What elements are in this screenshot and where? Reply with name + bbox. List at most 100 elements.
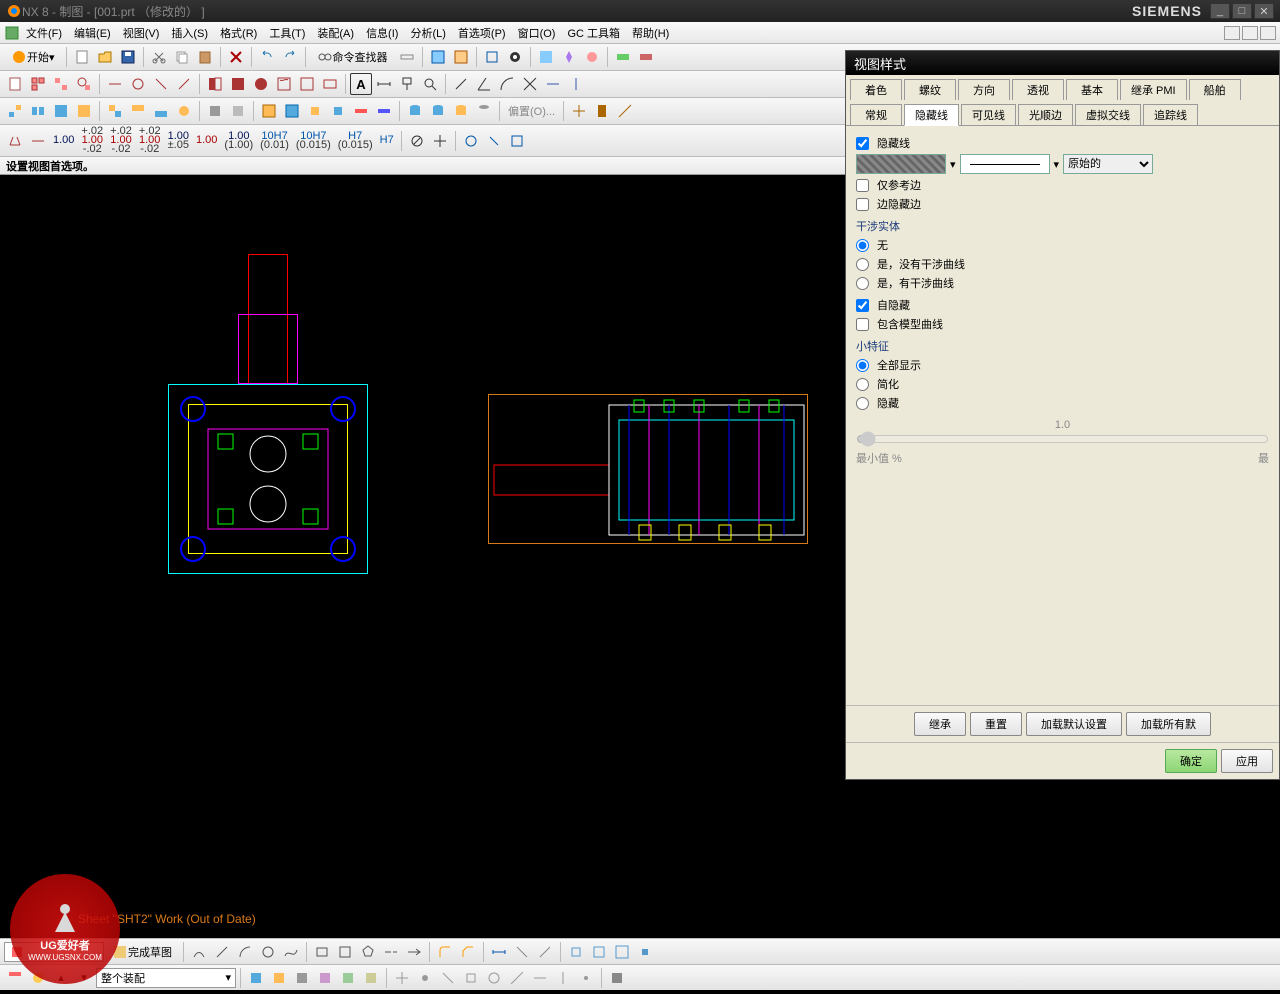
tab-inherit-pmi[interactable]: 继承 PMI xyxy=(1120,79,1187,100)
sel-t4[interactable] xyxy=(314,967,336,989)
sk-con2[interactable] xyxy=(534,941,556,963)
snap-8[interactable] xyxy=(552,967,574,989)
menu-format[interactable]: 格式(R) xyxy=(214,23,263,43)
btn-inherit[interactable]: 继承 xyxy=(914,712,966,736)
tool-g[interactable] xyxy=(581,46,603,68)
asm-t2[interactable] xyxy=(591,100,613,122)
tab-thread[interactable]: 螺纹 xyxy=(904,79,956,100)
snap-4[interactable] xyxy=(460,967,482,989)
dim-b1[interactable] xyxy=(542,73,564,95)
tab-virtual-intersect[interactable]: 虚拟交线 xyxy=(1075,104,1141,126)
cut-button[interactable] xyxy=(148,46,170,68)
copy-button[interactable] xyxy=(171,46,193,68)
chk-include-model[interactable] xyxy=(856,318,869,331)
section-rev[interactable] xyxy=(250,73,272,95)
view-detail[interactable] xyxy=(73,73,95,95)
start-button[interactable]: 开始▾ xyxy=(4,46,62,68)
offset-label[interactable]: 偏置(O)... xyxy=(504,103,559,119)
sk-rect[interactable] xyxy=(311,941,333,963)
radio-simplify[interactable] xyxy=(856,378,869,391)
asm-2[interactable] xyxy=(27,100,49,122)
sk-trim[interactable] xyxy=(380,941,402,963)
tool-a[interactable] xyxy=(427,46,449,68)
sk-circle[interactable] xyxy=(257,941,279,963)
btn-apply[interactable]: 应用 xyxy=(1221,749,1273,773)
menu-assembly[interactable]: 装配(A) xyxy=(311,23,360,43)
radio-yes-curves[interactable] xyxy=(856,277,869,290)
tol-0[interactable]: 1.00 xyxy=(50,136,77,145)
view-t1[interactable] xyxy=(104,73,126,95)
color-select[interactable] xyxy=(856,154,946,174)
section-full[interactable] xyxy=(227,73,249,95)
radio-show-all[interactable] xyxy=(856,359,869,372)
snap-5[interactable] xyxy=(483,967,505,989)
tab-basic[interactable]: 基本 xyxy=(1066,79,1118,100)
snap-1[interactable] xyxy=(391,967,413,989)
assembly-scope-combo[interactable]: 整个装配 ▾ xyxy=(96,968,236,988)
menu-tools[interactable]: 工具(T) xyxy=(263,23,311,43)
menu-info[interactable]: 信息(I) xyxy=(360,23,404,43)
asm-3[interactable] xyxy=(50,100,72,122)
tool-h[interactable] xyxy=(612,46,634,68)
menu-insert[interactable]: 插入(S) xyxy=(165,23,214,43)
tol-4[interactable]: 1.00±.05 xyxy=(165,132,192,150)
sk-c3[interactable] xyxy=(611,941,633,963)
linestyle-select[interactable] xyxy=(960,154,1050,174)
tab-general[interactable]: 常规 xyxy=(850,104,902,126)
view-side-selected[interactable] xyxy=(488,394,808,544)
menu-file[interactable]: 文件(F) xyxy=(20,23,68,43)
section-local[interactable] xyxy=(296,73,318,95)
dropdown-icon[interactable] xyxy=(396,46,418,68)
asm-13[interactable] xyxy=(304,100,326,122)
view-base[interactable] xyxy=(27,73,49,95)
dim-linear[interactable] xyxy=(373,73,395,95)
tab-visible-lines[interactable]: 可见线 xyxy=(961,104,1016,126)
asm-10[interactable] xyxy=(227,100,249,122)
sheet-new[interactable] xyxy=(4,73,26,95)
asm-cyl3[interactable] xyxy=(450,100,472,122)
asm-9[interactable] xyxy=(204,100,226,122)
undo-button[interactable] xyxy=(256,46,278,68)
dialog-title[interactable]: 视图样式 xyxy=(846,51,1279,75)
sel-t5[interactable] xyxy=(337,967,359,989)
btn-load-default[interactable]: 加载默认设置 xyxy=(1026,712,1122,736)
sel-filter[interactable] xyxy=(4,967,26,989)
minimize-button[interactable]: _ xyxy=(1210,3,1230,19)
dim-b2[interactable] xyxy=(565,73,587,95)
sk-dim[interactable] xyxy=(488,941,510,963)
tab-hidden-lines[interactable]: 隐藏线 xyxy=(904,104,959,126)
sk-c4[interactable] xyxy=(634,941,656,963)
text-label[interactable]: A xyxy=(350,73,372,95)
chk-ref-only[interactable] xyxy=(856,179,869,192)
chk-hidden-line[interactable] xyxy=(856,137,869,150)
menu-window[interactable]: 窗口(O) xyxy=(512,23,562,43)
tol-btn1[interactable] xyxy=(4,130,26,152)
dim-arc[interactable] xyxy=(496,73,518,95)
asm-cyl1[interactable] xyxy=(404,100,426,122)
sel-t3[interactable] xyxy=(291,967,313,989)
tab-ship[interactable]: 船舶 xyxy=(1189,79,1241,100)
b1[interactable] xyxy=(460,130,482,152)
sk-extend[interactable] xyxy=(403,941,425,963)
section-half[interactable] xyxy=(204,73,226,95)
zoom-fit[interactable] xyxy=(419,73,441,95)
menu-help[interactable]: 帮助(H) xyxy=(626,23,675,43)
snap-9[interactable] xyxy=(575,967,597,989)
tab-trace-lines[interactable]: 追踪线 xyxy=(1143,104,1198,126)
chk-self-hide[interactable] xyxy=(856,299,869,312)
dim-rad[interactable] xyxy=(450,73,472,95)
section-unf[interactable] xyxy=(319,73,341,95)
wcs-1[interactable] xyxy=(606,967,628,989)
sk-rect2[interactable] xyxy=(334,941,356,963)
asm-12[interactable] xyxy=(281,100,303,122)
maximize-button[interactable]: □ xyxy=(1232,3,1252,19)
sk-1[interactable] xyxy=(188,941,210,963)
asm-16[interactable] xyxy=(373,100,395,122)
tol-3[interactable]: +.021.00-.02 xyxy=(136,127,164,154)
asm-t1[interactable] xyxy=(568,100,590,122)
view-t2[interactable] xyxy=(127,73,149,95)
b2[interactable] xyxy=(483,130,505,152)
tol-1[interactable]: +.021.00-.02 xyxy=(78,127,106,154)
menu-analysis[interactable]: 分析(L) xyxy=(404,23,451,43)
new-button[interactable] xyxy=(71,46,93,68)
